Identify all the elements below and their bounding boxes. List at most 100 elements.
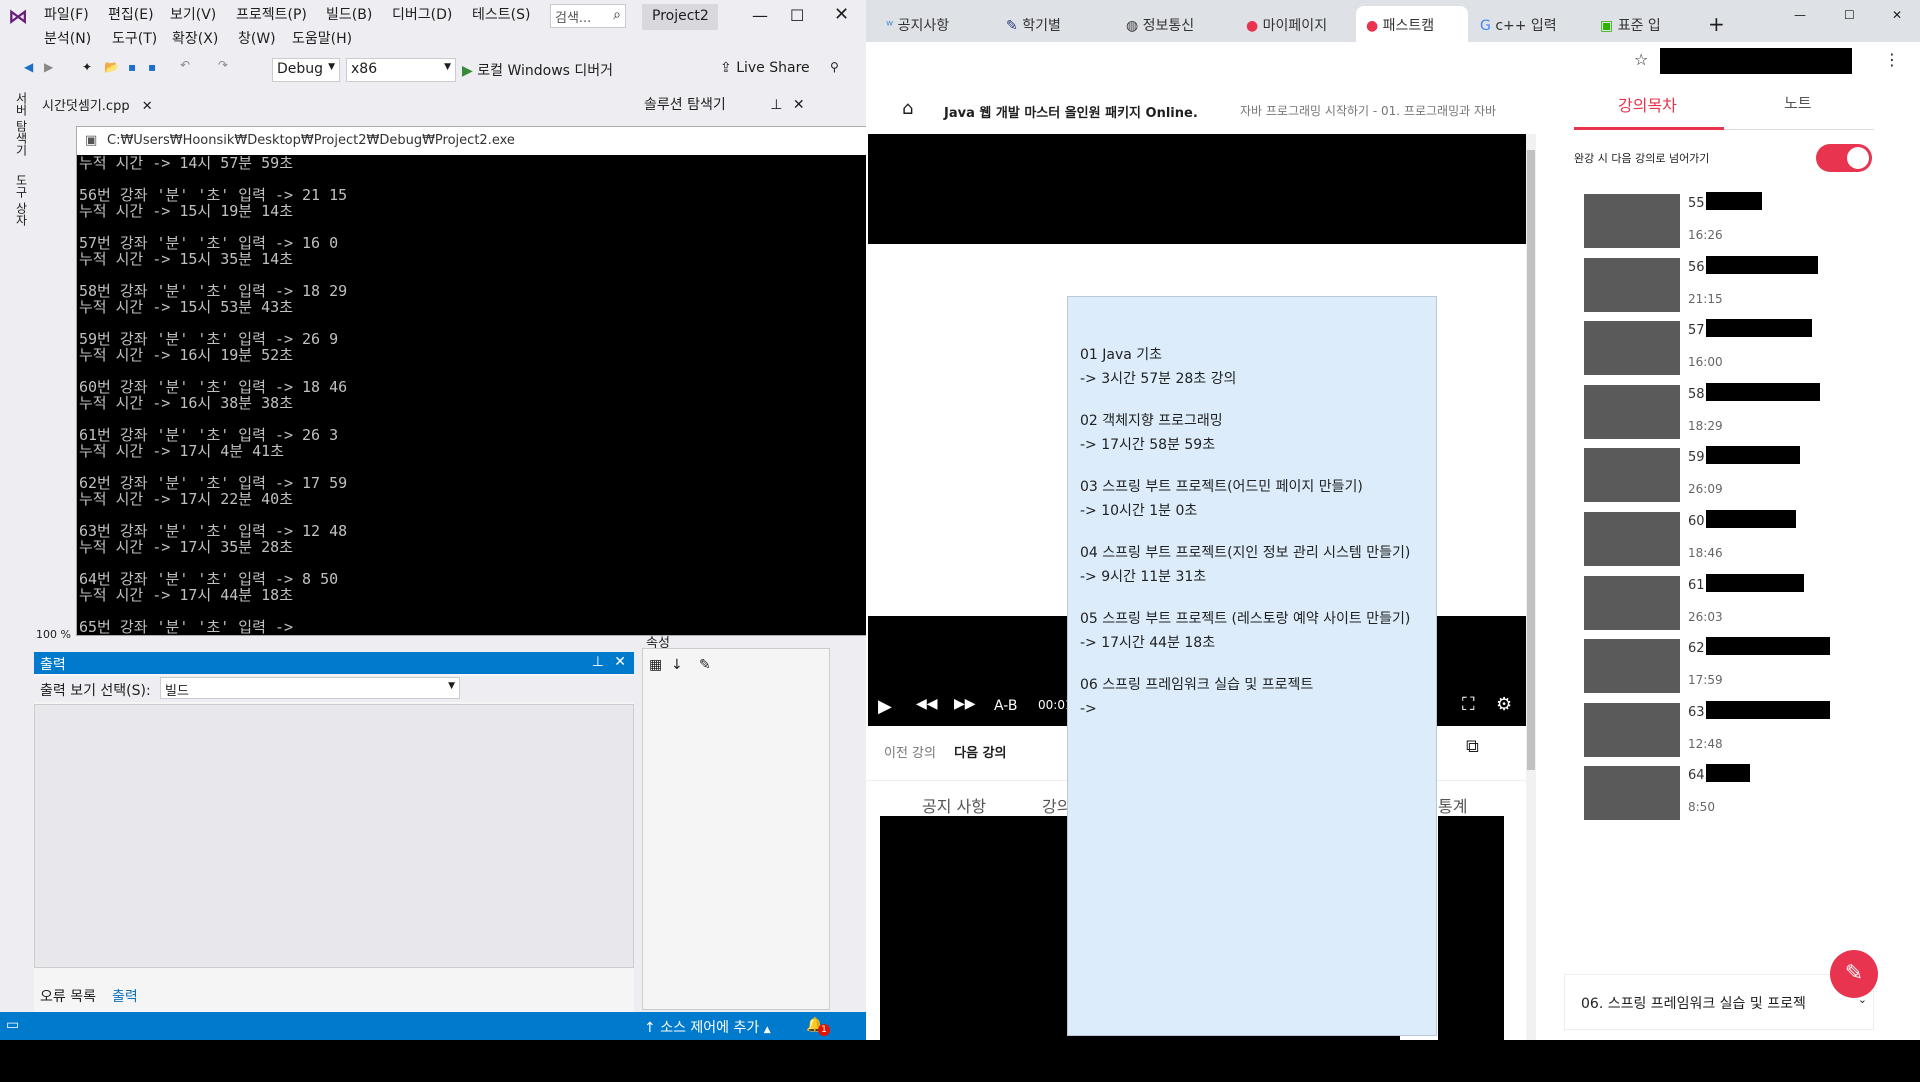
chrome-tab-2[interactable]: ◍ 정보통신 bbox=[1116, 6, 1236, 42]
lecture-item[interactable]: 60 18:46 bbox=[1584, 508, 1854, 578]
save-icon[interactable]: ▪ bbox=[128, 60, 136, 74]
lecture-thumbnail bbox=[1584, 194, 1680, 248]
note-time: -> 9시간 11분 31초 bbox=[1080, 569, 1207, 585]
redo-icon[interactable]: ↷ bbox=[218, 58, 228, 72]
menu-help[interactable]: 도움말(H) bbox=[292, 28, 352, 48]
alphabetical-icon[interactable]: ↓ bbox=[671, 657, 683, 673]
notes-window[interactable]: 01 Java 기초 -> 3시간 57분 28초 강의 02 객체지향 프로그래밍… bbox=[1067, 296, 1437, 1036]
pin-icon[interactable]: ⊥ bbox=[592, 654, 604, 670]
menu-view[interactable]: 보기(V) bbox=[170, 4, 216, 24]
edit-note-button[interactable]: ✎ bbox=[1830, 950, 1878, 998]
zoom-level[interactable]: 100 % bbox=[36, 628, 71, 641]
star-icon[interactable]: ☆ bbox=[1634, 50, 1648, 69]
fullscreen-icon[interactable]: ⛶ bbox=[1462, 694, 1475, 715]
categorized-icon[interactable]: ▦ bbox=[649, 657, 662, 673]
note-title: 05 스프링 부트 프로젝트 (레스토랑 예약 사이트 만들기) bbox=[1080, 611, 1411, 627]
lecture-item[interactable]: 63 12:48 bbox=[1584, 699, 1854, 769]
chrome-tab-1[interactable]: ✎ 학기별 bbox=[996, 6, 1116, 42]
pin-icon[interactable]: ⊥ bbox=[770, 97, 782, 113]
prev-lecture-button[interactable]: 이전 강의 bbox=[884, 746, 936, 761]
open-icon[interactable]: 📂 bbox=[104, 60, 119, 74]
fast-forward-icon[interactable]: ▶▶ bbox=[954, 696, 976, 712]
new-project-icon[interactable]: ✦ bbox=[82, 60, 92, 74]
chrome-maximize-icon[interactable]: ☐ bbox=[1844, 8, 1855, 22]
chrome-tab-4[interactable]: ● 패스트캠 bbox=[1356, 6, 1468, 42]
lecture-item[interactable]: 62 17:59 bbox=[1584, 635, 1854, 705]
menu-window[interactable]: 창(W) bbox=[238, 28, 276, 48]
home-icon[interactable]: ⌂ bbox=[902, 98, 913, 119]
doc-tab-cpp[interactable]: 시간덧셈기.cpp ✕ bbox=[36, 93, 184, 116]
lecture-thumbnail bbox=[1584, 639, 1680, 694]
page-scrollbar[interactable] bbox=[1526, 134, 1536, 1040]
menu-tools[interactable]: 도구(T) bbox=[112, 28, 157, 48]
close-icon[interactable]: ✕ bbox=[142, 99, 153, 114]
output-text-area[interactable] bbox=[34, 704, 634, 968]
menu-debug[interactable]: 디버그(D) bbox=[392, 4, 452, 24]
menu-file[interactable]: 파일(F) bbox=[44, 4, 89, 24]
lecture-item[interactable]: 64. 8:50 bbox=[1584, 762, 1854, 832]
tab-error-list[interactable]: 오류 목록 bbox=[40, 986, 96, 1006]
menu-extensions[interactable]: 확장(X) bbox=[172, 28, 218, 48]
solution-explorer-header[interactable]: 솔루션 탐색기 ⊥ ✕ bbox=[644, 94, 844, 114]
chrome-tab-5[interactable]: G c++ 입력 bbox=[1470, 6, 1590, 42]
lecture-item[interactable]: 57. 16:00 bbox=[1584, 317, 1854, 387]
menu-analyze[interactable]: 분석(N) bbox=[44, 28, 91, 48]
liveshare-button[interactable]: ⇪ Live Share bbox=[720, 60, 810, 76]
source-control-button[interactable]: ↑ 소스 제어에 추가 ▲ bbox=[644, 1017, 771, 1037]
liveshare-label: Live Share bbox=[736, 60, 810, 76]
scroll-thumb[interactable] bbox=[1527, 150, 1535, 770]
lecture-item[interactable]: 61 26:03 bbox=[1584, 572, 1854, 642]
play-icon[interactable]: ▶ bbox=[878, 696, 892, 717]
wrench-icon[interactable]: ✎ bbox=[699, 657, 711, 673]
autoplay-toggle[interactable] bbox=[1816, 144, 1872, 172]
menu-build[interactable]: 빌드(B) bbox=[326, 4, 372, 24]
undo-icon[interactable]: ↶ bbox=[180, 58, 190, 72]
platform-dropdown[interactable]: x86 ▼ bbox=[346, 58, 456, 82]
tab-output[interactable]: 출력 bbox=[112, 986, 138, 1006]
chrome-menu-icon[interactable]: ⋮ bbox=[1884, 50, 1900, 69]
vs-close-icon[interactable]: ✕ bbox=[834, 4, 849, 25]
tab-notes[interactable]: 노트 bbox=[1784, 92, 1812, 113]
close-icon[interactable]: ✕ bbox=[793, 97, 805, 113]
new-tab-icon[interactable]: + bbox=[1708, 12, 1725, 36]
server-explorer-tab[interactable]: 서버 탐색기 bbox=[14, 92, 28, 156]
chrome-tab-6[interactable]: ▣ 표준 입 bbox=[1590, 6, 1700, 42]
vs-maximize-icon[interactable]: ☐ bbox=[790, 6, 804, 25]
tab-stats[interactable]: 통계 bbox=[1438, 793, 1467, 817]
section-footer[interactable]: 06. 스프링 프레임워크 실습 및 프로젝 ⌄ bbox=[1564, 974, 1874, 1030]
feedback-icon[interactable]: ⚲ bbox=[830, 60, 839, 74]
menu-edit[interactable]: 편집(E) bbox=[108, 4, 154, 24]
pip-icon[interactable]: ⧉ bbox=[1466, 736, 1479, 757]
back-icon[interactable]: ◀ bbox=[24, 60, 33, 74]
output-panel: 출력 ⊥ ✕ 출력 보기 선택(S): 빌드 ▼ 오류 목록 출력 bbox=[34, 652, 634, 1012]
next-lecture-button[interactable]: 다음 강의 bbox=[954, 746, 1006, 761]
run-debugger-button[interactable]: ▶ 로컬 Windows 디버거 bbox=[462, 60, 613, 80]
chrome-tab-3[interactable]: ● 마이페이지 bbox=[1236, 6, 1356, 42]
lecture-duration: 26:09 bbox=[1688, 482, 1723, 497]
gear-icon[interactable]: ⚙ bbox=[1496, 694, 1512, 715]
tab-notices[interactable]: 공지 사항 bbox=[922, 793, 986, 817]
play-icon: ▶ bbox=[462, 63, 473, 79]
toolbox-tab[interactable]: 도구 상자 bbox=[14, 174, 28, 226]
vs-minimize-icon[interactable]: — bbox=[752, 6, 768, 25]
lecture-item[interactable]: 56. 21:15 bbox=[1584, 254, 1854, 324]
config-dropdown[interactable]: Debug ▼ bbox=[272, 58, 340, 82]
lecture-item[interactable]: 58. 18:29 bbox=[1584, 381, 1854, 451]
close-icon[interactable]: ✕ bbox=[614, 654, 626, 670]
menu-test[interactable]: 테스트(S) bbox=[472, 4, 530, 24]
save-all-icon[interactable]: ▪ bbox=[148, 60, 156, 74]
chevron-down-icon: ▼ bbox=[448, 681, 455, 691]
chrome-tab-0[interactable]: ʷ 공지사항 bbox=[876, 6, 996, 42]
output-source-dropdown[interactable]: 빌드 ▼ bbox=[160, 677, 460, 699]
chrome-close-icon[interactable]: ✕ bbox=[1892, 8, 1902, 22]
output-source-value: 빌드 bbox=[165, 684, 189, 699]
chrome-minimize-icon[interactable]: — bbox=[1794, 8, 1806, 22]
ab-repeat-button[interactable]: A-B bbox=[994, 698, 1017, 714]
lecture-item[interactable]: 59. 26:09 bbox=[1584, 444, 1854, 514]
lecture-item[interactable]: 55. 16:26 bbox=[1584, 190, 1854, 260]
rewind-icon[interactable]: ◀◀ bbox=[916, 696, 938, 712]
vs-search-box[interactable]: 검색... ⌕ bbox=[550, 4, 626, 28]
forward-icon[interactable]: ▶ bbox=[44, 60, 53, 74]
menu-project[interactable]: 프로젝트(P) bbox=[236, 4, 307, 24]
tab-curriculum[interactable]: 강의목차 bbox=[1618, 92, 1677, 116]
